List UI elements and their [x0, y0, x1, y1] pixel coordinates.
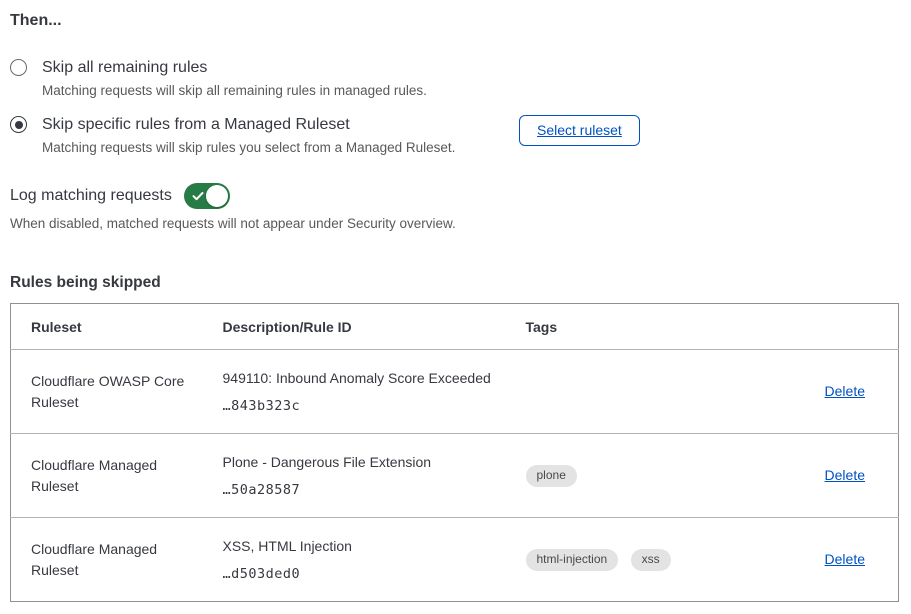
option-text: Skip specific rules from a Managed Rules…	[42, 114, 455, 158]
tags-cell	[526, 350, 771, 434]
option-description: Matching requests will skip all remainin…	[42, 81, 427, 101]
log-matching-toggle[interactable]	[184, 183, 230, 209]
option-skip-all-rules[interactable]: Skip all remaining rules Matching reques…	[10, 57, 899, 101]
table-row: Cloudflare Managed Ruleset XSS, HTML Inj…	[11, 518, 899, 602]
log-matching-label: Log matching requests	[10, 187, 172, 205]
log-matching-description: When disabled, matched requests will not…	[10, 216, 899, 231]
delete-link[interactable]: Delete	[825, 467, 865, 483]
ruleset-name: Cloudflare OWASP Core Ruleset	[11, 350, 223, 434]
tags-cell: plone	[526, 434, 771, 518]
toggle-knob	[206, 185, 228, 207]
option-description: Matching requests will skip rules you se…	[42, 138, 455, 158]
rules-skipped-heading: Rules being skipped	[10, 274, 899, 292]
waf-rule-action-panel: Then... Skip all remaining rules Matchin…	[0, 0, 911, 602]
radio-skip-specific-rules[interactable]	[10, 116, 27, 133]
column-header-ruleset: Ruleset	[11, 304, 223, 350]
check-icon	[192, 190, 204, 202]
log-matching-row: Log matching requests	[10, 183, 899, 209]
rule-id: …50a28587	[223, 482, 506, 498]
column-header-description: Description/Rule ID	[223, 304, 526, 350]
rule-id: …d503ded0	[223, 566, 506, 582]
tag-pill: plone	[526, 465, 577, 487]
table-row: Cloudflare Managed Ruleset Plone - Dange…	[11, 434, 899, 518]
rule-id: …843b323c	[223, 398, 506, 414]
option-label: Skip specific rules from a Managed Rules…	[42, 114, 455, 136]
delete-link[interactable]: Delete	[825, 383, 865, 399]
option-text: Skip all remaining rules Matching reques…	[42, 57, 427, 101]
action-radio-group: Skip all remaining rules Matching reques…	[10, 57, 899, 158]
rule-description: Plone - Dangerous File Extension	[223, 453, 506, 472]
delete-link[interactable]: Delete	[825, 551, 865, 567]
tags-cell: html-injection xss	[526, 518, 771, 602]
column-header-tags: Tags	[526, 304, 771, 350]
table-row: Cloudflare OWASP Core Ruleset 949110: In…	[11, 350, 899, 434]
option-label: Skip all remaining rules	[42, 57, 427, 79]
rules-skipped-table: Ruleset Description/Rule ID Tags Cloudfl…	[10, 303, 899, 602]
rule-description: XSS, HTML Injection	[223, 537, 506, 556]
tag-pill: xss	[631, 549, 671, 571]
radio-skip-all-rules[interactable]	[10, 59, 27, 76]
rule-description: 949110: Inbound Anomaly Score Exceeded	[223, 369, 506, 388]
ruleset-name: Cloudflare Managed Ruleset	[11, 434, 223, 518]
table-header-row: Ruleset Description/Rule ID Tags	[11, 304, 899, 350]
column-header-action	[771, 304, 899, 350]
then-heading: Then...	[10, 12, 899, 30]
tag-pill: html-injection	[526, 549, 619, 571]
option-skip-specific-rules[interactable]: Skip specific rules from a Managed Rules…	[10, 114, 899, 158]
ruleset-name: Cloudflare Managed Ruleset	[11, 518, 223, 602]
select-ruleset-button[interactable]: Select ruleset	[519, 115, 640, 146]
